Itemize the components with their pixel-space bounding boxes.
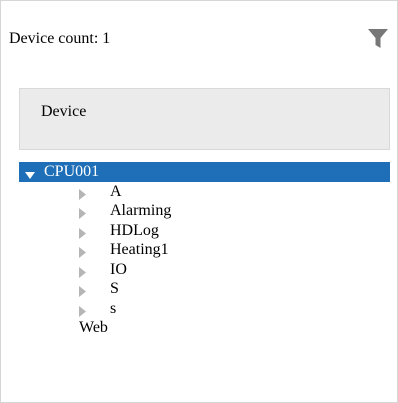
device-panel: Device count: 1 Device CPU001 A Alarming… [0, 0, 398, 403]
tree-item-label: IO [110, 260, 127, 278]
tree-item-hdlog[interactable]: HDLog [19, 221, 390, 241]
filter-icon[interactable] [367, 27, 389, 49]
expanded-arrow-icon[interactable] [25, 167, 35, 179]
tree-item-web[interactable]: Web [19, 318, 390, 338]
tree-item-heating1[interactable]: Heating1 [19, 240, 390, 260]
tree-item-label: HDLog [110, 221, 159, 239]
tree-item-label: CPU001 [44, 163, 100, 180]
collapsed-arrow-icon[interactable] [79, 225, 86, 239]
collapsed-arrow-icon[interactable] [79, 303, 86, 317]
tree-item-label: s [110, 299, 117, 317]
tree-item-label: Web [79, 319, 108, 336]
collapsed-arrow-icon[interactable] [79, 264, 86, 278]
tree-item-cpu001[interactable]: CPU001 [19, 162, 390, 182]
tree-item-s-upper[interactable]: S [19, 279, 390, 299]
collapsed-arrow-icon[interactable] [79, 283, 86, 297]
tree-item-label: A [110, 182, 122, 200]
device-count-label: Device count: 1 [9, 30, 111, 47]
collapsed-arrow-icon[interactable] [79, 186, 86, 200]
tree-item-s-lower[interactable]: s [19, 299, 390, 319]
device-column-header-label: Device [41, 103, 87, 120]
tree-item-io[interactable]: IO [19, 260, 390, 280]
tree-item-label: Alarming [110, 202, 172, 219]
device-column-header[interactable]: Device [19, 88, 390, 150]
tree-item-a[interactable]: A [19, 182, 390, 202]
tree-item-label: Heating1 [110, 241, 169, 258]
tree-item-alarming[interactable]: Alarming [19, 201, 390, 221]
collapsed-arrow-icon[interactable] [79, 244, 86, 258]
tree-item-label: S [110, 280, 119, 297]
device-tree: CPU001 A Alarming HDLog Heating1 IO S s … [19, 162, 390, 338]
collapsed-arrow-icon[interactable] [79, 205, 86, 219]
